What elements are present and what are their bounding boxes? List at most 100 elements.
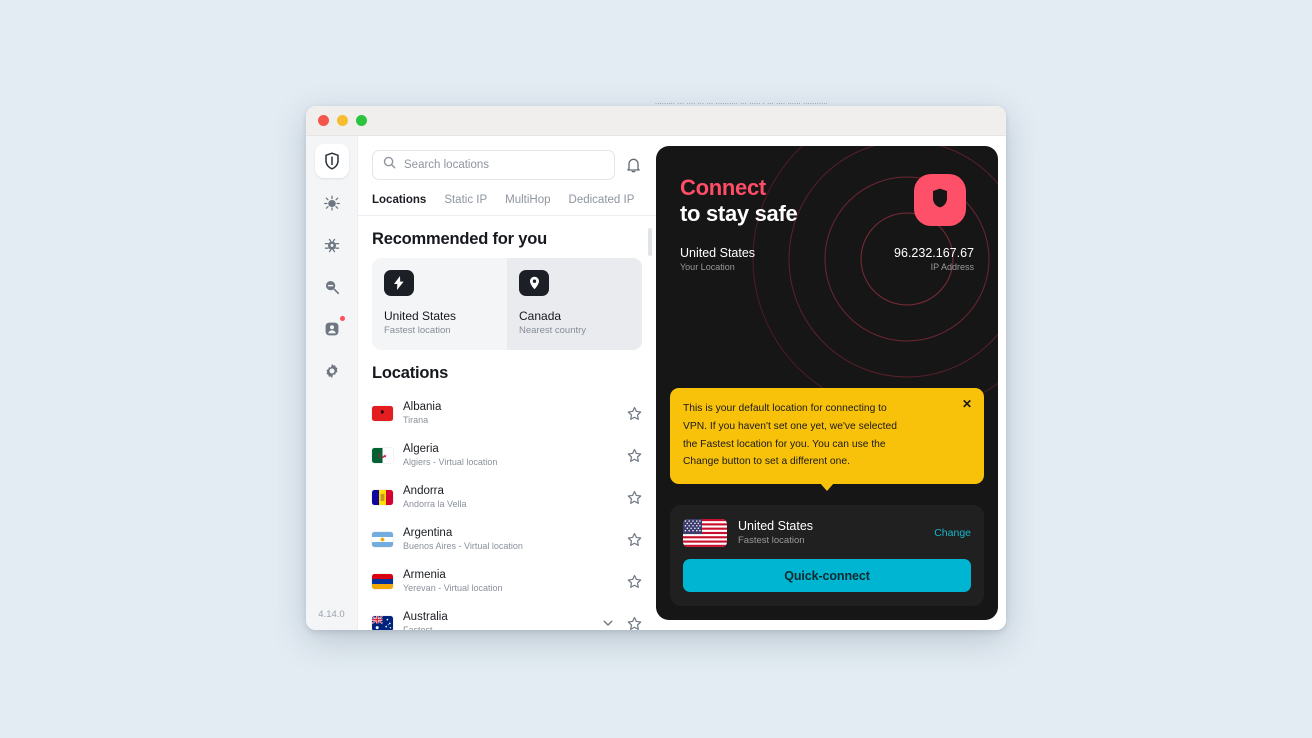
locations-list: Albania Tirana Algeria Algiers - Virtual…	[358, 392, 656, 630]
location-name: Andorra	[403, 485, 444, 498]
list-item-text: Algeria Algiers - Virtual location	[403, 442, 617, 468]
hero-meta: United States Your Location 96.232.167.6…	[680, 246, 974, 272]
search-icon	[383, 156, 396, 174]
flag-united-states	[683, 518, 727, 547]
account-icon	[323, 320, 341, 338]
tab-multihop[interactable]: MultiHop	[505, 194, 550, 215]
your-location-block: United States Your Location	[680, 246, 755, 272]
connect-card-container: Connect to stay safe United States Your …	[656, 146, 998, 620]
minimize-button[interactable]	[337, 115, 348, 126]
sidebar-item-scanner[interactable]	[315, 270, 349, 304]
sidebar-item-antivirus[interactable]	[315, 228, 349, 262]
tooltip: This is your default location for connec…	[670, 388, 984, 491]
search-row: Search locations	[358, 150, 656, 180]
recommended-card-sub: Nearest country	[519, 325, 587, 336]
pin-icon	[519, 270, 549, 296]
shield-badge	[914, 174, 966, 226]
location-name: Algeria	[403, 443, 439, 456]
gear-icon	[323, 362, 341, 380]
sidebar-item-vpn[interactable]	[314, 144, 349, 178]
locations-pane: Search locations Locations Static IP Mul…	[358, 136, 656, 630]
search-placeholder: Search locations	[404, 159, 490, 171]
recommended-card-name: United States	[384, 309, 457, 323]
favorite-star-icon[interactable]	[627, 406, 642, 421]
recommended-card-sub: Fastest location	[384, 325, 451, 336]
ip-address-value: 96.232.167.67	[894, 246, 974, 261]
bug-icon	[323, 236, 341, 254]
list-item[interactable]: Australia Fastest	[372, 602, 642, 630]
selected-location-text: United States Fastest location	[738, 518, 923, 547]
window-body: 4.14.0 Search locations Locations Static…	[306, 136, 1006, 630]
list-item-text: Andorra Andorra la Vella	[403, 484, 617, 510]
connect-pane: Connect to stay safe United States Your …	[656, 136, 1006, 630]
search-minus-icon	[323, 278, 341, 296]
location-sub: Buenos Aires - Virtual location	[403, 540, 523, 551]
flag-armenia	[372, 573, 393, 589]
flag-australia	[372, 615, 393, 630]
list-item[interactable]: Andorra Andorra la Vella	[372, 476, 642, 518]
ip-address-block: 96.232.167.67 IP Address	[894, 246, 974, 272]
location-sub: Tirana	[403, 414, 429, 425]
sidebar: 4.14.0	[306, 136, 358, 630]
tooltip-text: This is your default location for connec…	[683, 403, 897, 468]
list-item-text: Argentina Buenos Aires - Virtual locatio…	[403, 526, 617, 552]
recommended-card-canada[interactable]: Canada Nearest country	[507, 258, 642, 350]
tab-locations[interactable]: Locations	[372, 194, 426, 215]
close-button[interactable]	[318, 115, 329, 126]
quick-connect-card: United States Fastest location Change Qu…	[670, 505, 984, 606]
location-name: Albania	[403, 401, 442, 414]
account-notification-badge	[339, 316, 345, 321]
favorite-star-icon[interactable]	[627, 616, 642, 631]
shield-icon	[931, 187, 949, 213]
scrollbar-thumb[interactable]	[648, 228, 652, 256]
location-name: Argentina	[403, 527, 453, 540]
sidebar-item-settings[interactable]	[315, 354, 349, 388]
flag-albania	[372, 405, 393, 421]
search-input[interactable]: Search locations	[372, 150, 615, 180]
list-item[interactable]: Albania Tirana	[372, 392, 642, 434]
location-name: Armenia	[403, 569, 446, 582]
recommended-cards: United States Fastest location Canada Ne…	[372, 258, 642, 350]
tooltip-tail	[820, 483, 834, 491]
bell-icon[interactable]	[625, 156, 642, 174]
location-name: Australia	[403, 611, 448, 624]
zoom-button[interactable]	[356, 115, 367, 126]
list-item[interactable]: Argentina Buenos Aires - Virtual locatio…	[372, 518, 642, 560]
recommended-card-name: Canada	[519, 309, 562, 323]
shield-icon	[324, 152, 340, 170]
quick-connect-button[interactable]: Quick-connect	[683, 559, 971, 592]
selected-location-sub: Fastest location	[738, 534, 805, 546]
locations-title: Locations	[372, 364, 449, 382]
change-location-link[interactable]: Change	[934, 527, 971, 539]
selected-location-name: United States	[738, 519, 814, 534]
flag-andorra	[372, 489, 393, 505]
location-sub: Algiers - Virtual location	[403, 456, 498, 467]
tabs: Locations Static IP MultiHop Dedicated I…	[358, 180, 656, 216]
sidebar-item-antitracker[interactable]	[315, 186, 349, 220]
chevron-down-icon[interactable]	[601, 616, 615, 630]
recommended-title: Recommended for you	[372, 230, 547, 248]
favorite-star-icon[interactable]	[627, 532, 642, 547]
tab-dedicated-ip[interactable]: Dedicated IP	[569, 194, 635, 215]
tab-static-ip[interactable]: Static IP	[444, 194, 487, 215]
flag-algeria	[372, 447, 393, 463]
app-version: 4.14.0	[318, 609, 345, 620]
list-item[interactable]: Armenia Yerevan - Virtual location	[372, 560, 642, 602]
your-location-label: Your Location	[680, 262, 735, 273]
sidebar-item-account[interactable]	[315, 312, 349, 346]
flag-argentina	[372, 531, 393, 547]
locations-scroll-area: Recommended for you United States Fastes…	[358, 216, 656, 630]
antitracker-icon	[323, 194, 341, 212]
favorite-star-icon[interactable]	[627, 448, 642, 463]
favorite-star-icon[interactable]	[627, 490, 642, 505]
close-icon[interactable]: ✕	[962, 398, 972, 410]
window-titlebar	[306, 106, 1006, 136]
location-sub: Yerevan - Virtual location	[403, 582, 503, 593]
recommended-card-united-states[interactable]: United States Fastest location	[372, 258, 507, 350]
list-item[interactable]: Algeria Algiers - Virtual location	[372, 434, 642, 476]
favorite-star-icon[interactable]	[627, 574, 642, 589]
list-item-text: Armenia Yerevan - Virtual location	[403, 568, 617, 594]
your-location-value: United States	[680, 246, 756, 261]
list-item-text: Albania Tirana	[403, 400, 617, 426]
app-window: 4.14.0 Search locations Locations Static…	[306, 106, 1006, 630]
